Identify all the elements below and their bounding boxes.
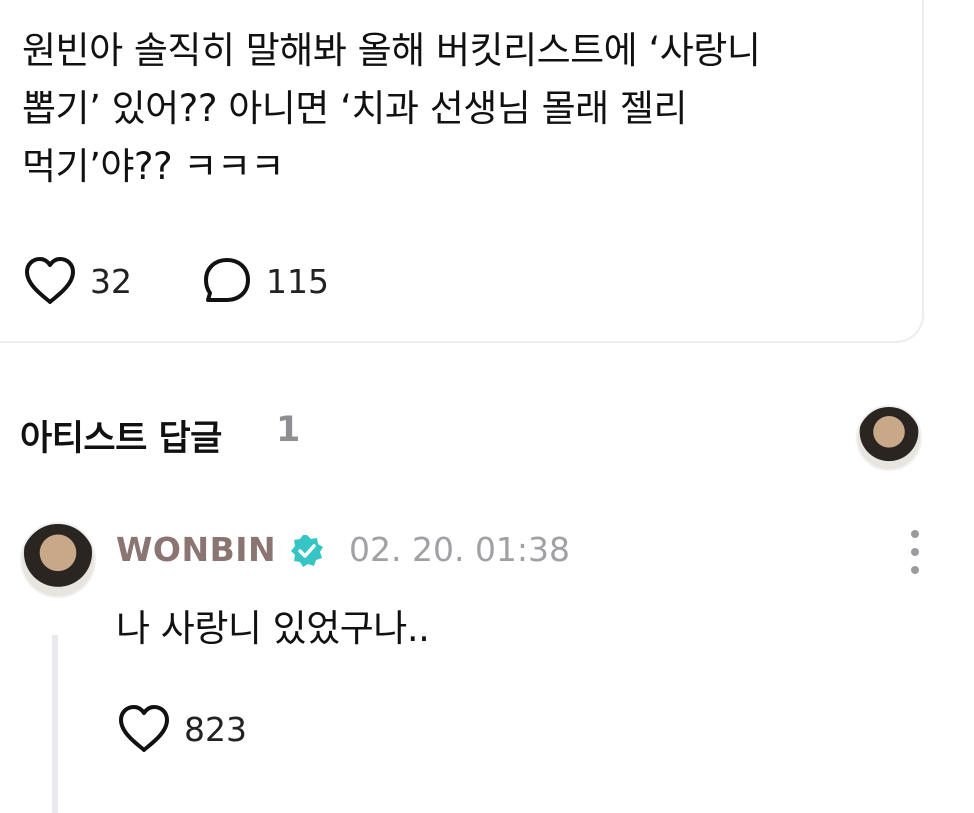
artist-avatar[interactable]: [856, 405, 922, 471]
more-vertical-icon: [911, 530, 919, 538]
reply-author-name[interactable]: WONBIN: [116, 530, 276, 569]
post-comment-button[interactable]: 115: [202, 256, 329, 306]
post-like-button[interactable]: 32: [24, 256, 132, 306]
post-text: 원빈아 솔직히 말해봐 올해 버킷리스트에 ‘사랑니 뽑기’ 있어?? 아니면 …: [22, 29, 761, 188]
heart-outline-icon: [25, 257, 75, 304]
reply-timestamp: 02. 20. 01:38: [349, 530, 571, 569]
verified-badge-icon: [291, 535, 323, 567]
more-options-button[interactable]: [902, 530, 928, 574]
reply-like-button[interactable]: 823: [118, 704, 247, 754]
heart-outline-icon: [119, 705, 169, 752]
fan-post-card: 원빈아 솔직히 말해봐 올해 버킷리스트에 ‘사랑니 뽑기’ 있어?? 아니면 …: [0, 0, 924, 343]
thread-line: [52, 635, 58, 813]
reply-author-avatar[interactable]: [20, 522, 96, 598]
post-comment-count: 115: [266, 261, 329, 301]
speech-bubble-icon: [204, 258, 250, 302]
reply-like-count: 823: [184, 709, 247, 749]
artist-reply-section-title: 아티스트 답글: [20, 419, 222, 459]
post-like-count: 32: [90, 261, 132, 301]
reply-text: 나 사랑니 있었구나..: [116, 607, 430, 650]
artist-reply-count: 1: [276, 410, 301, 450]
